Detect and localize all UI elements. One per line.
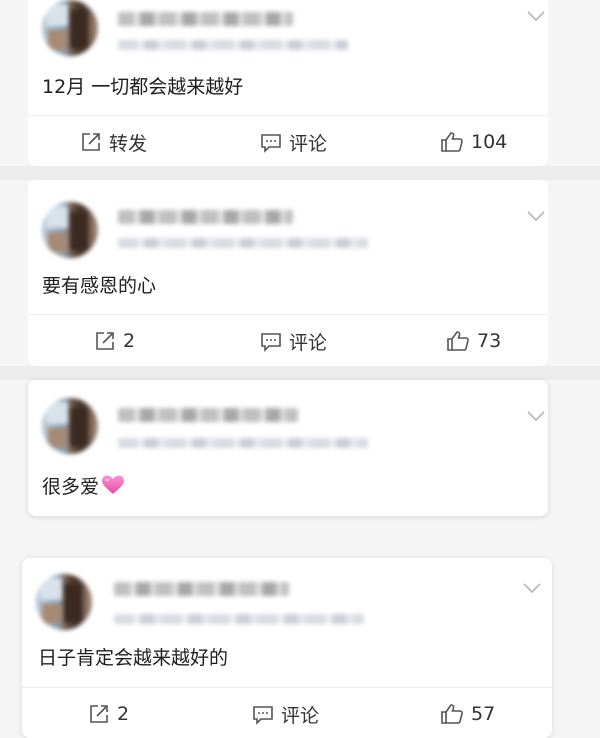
comment-icon xyxy=(253,706,273,725)
comment-icon xyxy=(261,134,281,153)
post-card: 12月 一切都会越来越好 转发 评论 104 xyxy=(28,0,548,166)
author-name[interactable] xyxy=(114,582,289,596)
thumbs-up-icon xyxy=(447,331,469,351)
like-count: 57 xyxy=(471,703,496,725)
comment-icon xyxy=(261,333,281,352)
comment-label: 评论 xyxy=(289,132,328,155)
divider xyxy=(28,314,548,315)
post-meta xyxy=(118,438,368,448)
post-text: 日子肯定会越来越好的 xyxy=(38,647,229,669)
author-name[interactable] xyxy=(118,408,298,422)
repost-icon xyxy=(96,332,114,350)
comment-button[interactable]: 评论 xyxy=(260,128,327,156)
chevron-down-icon[interactable] xyxy=(526,410,546,424)
repost-button[interactable]: 2 xyxy=(88,700,129,728)
avatar[interactable] xyxy=(42,398,98,454)
avatar[interactable] xyxy=(42,0,98,56)
comment-button[interactable]: 评论 xyxy=(252,700,319,728)
like-count: 73 xyxy=(477,330,502,352)
thumbs-up-icon xyxy=(441,704,463,724)
post-text: 12月 一切都会越来越好 xyxy=(42,76,244,98)
thumbs-up-icon xyxy=(441,132,463,152)
comment-label: 评论 xyxy=(281,704,320,727)
like-button[interactable]: 104 xyxy=(440,128,507,156)
repost-count: 2 xyxy=(123,330,136,352)
avatar[interactable] xyxy=(36,574,92,630)
like-button[interactable]: 73 xyxy=(446,327,501,355)
repost-icon xyxy=(90,705,108,723)
repost-count: 2 xyxy=(117,703,130,725)
post-meta xyxy=(114,614,364,624)
post-text-content: 很多爱 xyxy=(42,476,100,498)
author-name[interactable] xyxy=(118,210,293,224)
divider xyxy=(28,115,548,116)
like-count: 104 xyxy=(471,131,508,153)
comment-label: 评论 xyxy=(289,331,328,354)
post-text: 要有感恩的心 xyxy=(42,275,157,297)
repost-button[interactable]: 2 xyxy=(94,327,135,355)
post-text: 很多爱 xyxy=(42,474,125,502)
post-meta xyxy=(118,40,348,50)
chevron-down-icon[interactable] xyxy=(526,210,546,224)
chevron-down-icon[interactable] xyxy=(526,10,546,24)
post-card: 日子肯定会越来越好的 2 评论 57 xyxy=(22,558,552,738)
author-name[interactable] xyxy=(118,12,293,26)
repost-label: 转发 xyxy=(109,132,148,155)
pink-heart-emoji xyxy=(101,474,125,502)
post-card: 要有感恩的心 2 评论 73 xyxy=(28,180,548,366)
repost-icon xyxy=(82,133,100,151)
post-card: 很多爱 xyxy=(28,380,548,516)
divider xyxy=(22,687,552,688)
like-button[interactable]: 57 xyxy=(440,700,495,728)
feed-gap xyxy=(0,366,600,380)
post-meta xyxy=(118,238,368,248)
feed-gap xyxy=(0,166,600,180)
avatar[interactable] xyxy=(42,202,98,258)
chevron-down-icon[interactable] xyxy=(522,582,542,596)
comment-button[interactable]: 评论 xyxy=(260,327,327,355)
repost-button[interactable]: 转发 xyxy=(80,128,147,156)
